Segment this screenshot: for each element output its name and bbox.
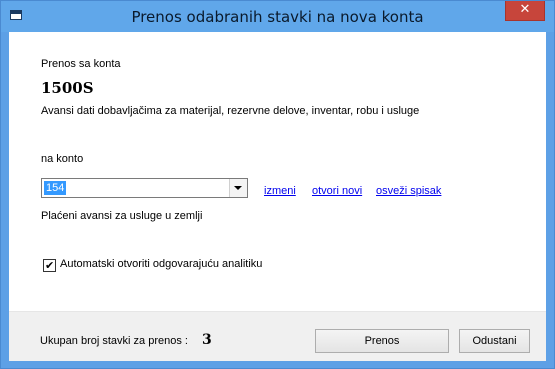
target-heading: na konto	[41, 153, 84, 165]
target-description: Plaćeni avansi za usluge u zemlji	[41, 210, 203, 222]
edit-link[interactable]: izmeni	[264, 185, 296, 197]
auto-analytics-checkbox[interactable]: ✔	[43, 259, 56, 272]
window-title: Prenos odabranih stavki na nova konta	[131, 8, 424, 26]
chevron-down-icon	[234, 186, 242, 190]
auto-analytics-label[interactable]: Automatski otvoriti odgovarajuću analiti…	[60, 258, 262, 270]
target-account-combobox[interactable]: 154	[41, 178, 248, 198]
source-heading: Prenos sa konta	[41, 58, 121, 70]
open-new-link[interactable]: otvori novi	[312, 185, 362, 197]
title-bar[interactable]: Prenos odabranih stavki na nova konta ✕	[1, 1, 554, 32]
combobox-dropdown-button[interactable]	[229, 179, 247, 197]
target-account-value: 154	[44, 181, 67, 195]
source-description: Avansi dati dobavljačima za materijal, r…	[41, 105, 420, 117]
refresh-list-link[interactable]: osveži spisak	[376, 185, 441, 197]
dialog-body: Prenos sa konta 1500S Avansi dati dobavl…	[9, 32, 546, 361]
item-count-label: Ukupan broj stavki za prenos :	[40, 335, 188, 347]
checkmark-icon: ✔	[45, 259, 55, 272]
close-button[interactable]: ✕	[505, 1, 545, 21]
transfer-button[interactable]: Prenos	[315, 329, 449, 353]
cancel-button[interactable]: Odustani	[459, 329, 530, 353]
source-account: 1500S	[41, 79, 94, 97]
dialog-window: Prenos odabranih stavki na nova konta ✕ …	[0, 0, 555, 369]
item-count-value: 3	[202, 332, 212, 348]
